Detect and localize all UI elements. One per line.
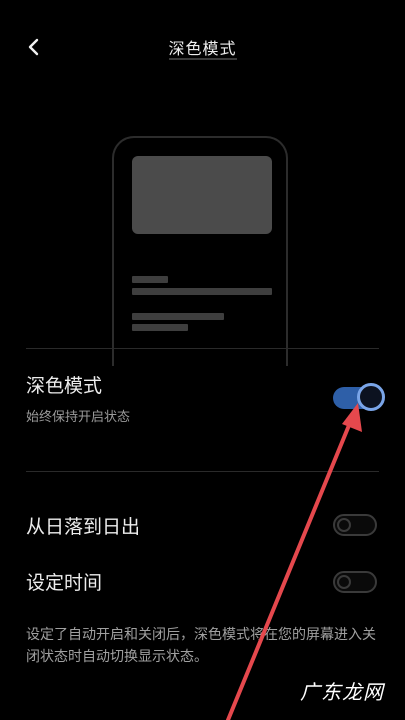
schedule-note: 设定了自动开启和关闭后，深色模式将在您的屏幕进入关闭状态时自动切换显示状态。 [26, 627, 376, 665]
sunset-to-sunrise-row[interactable]: 从日落到日出 [0, 500, 405, 552]
dark-mode-row[interactable]: 深色模式 始终保持开启状态 [0, 349, 405, 471]
dark-mode-title: 深色模式 [26, 375, 103, 397]
dark-mode-subtitle: 始终保持开启状态 [26, 410, 131, 425]
preview-line [132, 276, 168, 283]
preview-line [132, 313, 224, 320]
schedule-row[interactable]: 设定时间 [0, 558, 405, 610]
title-underline [169, 58, 237, 60]
preview-line [132, 324, 188, 331]
watermark-text: 广东龙网 [300, 680, 384, 704]
phone-preview-illustration [112, 136, 292, 366]
schedule-title: 设定时间 [26, 572, 103, 594]
toggle-knob [357, 383, 385, 411]
toggle-knob [337, 518, 351, 532]
sunset-to-sunrise-toggle[interactable] [333, 514, 377, 536]
schedule-toggle[interactable] [333, 571, 377, 593]
divider [26, 471, 379, 472]
dark-mode-toggle[interactable] [333, 383, 385, 411]
preview-card [132, 156, 272, 234]
header: 深色模式 [0, 0, 405, 92]
toggle-knob [337, 575, 351, 589]
preview-line [132, 288, 272, 295]
page-title: 深色模式 [168, 39, 237, 58]
sunset-to-sunrise-title: 从日落到日出 [26, 516, 141, 538]
